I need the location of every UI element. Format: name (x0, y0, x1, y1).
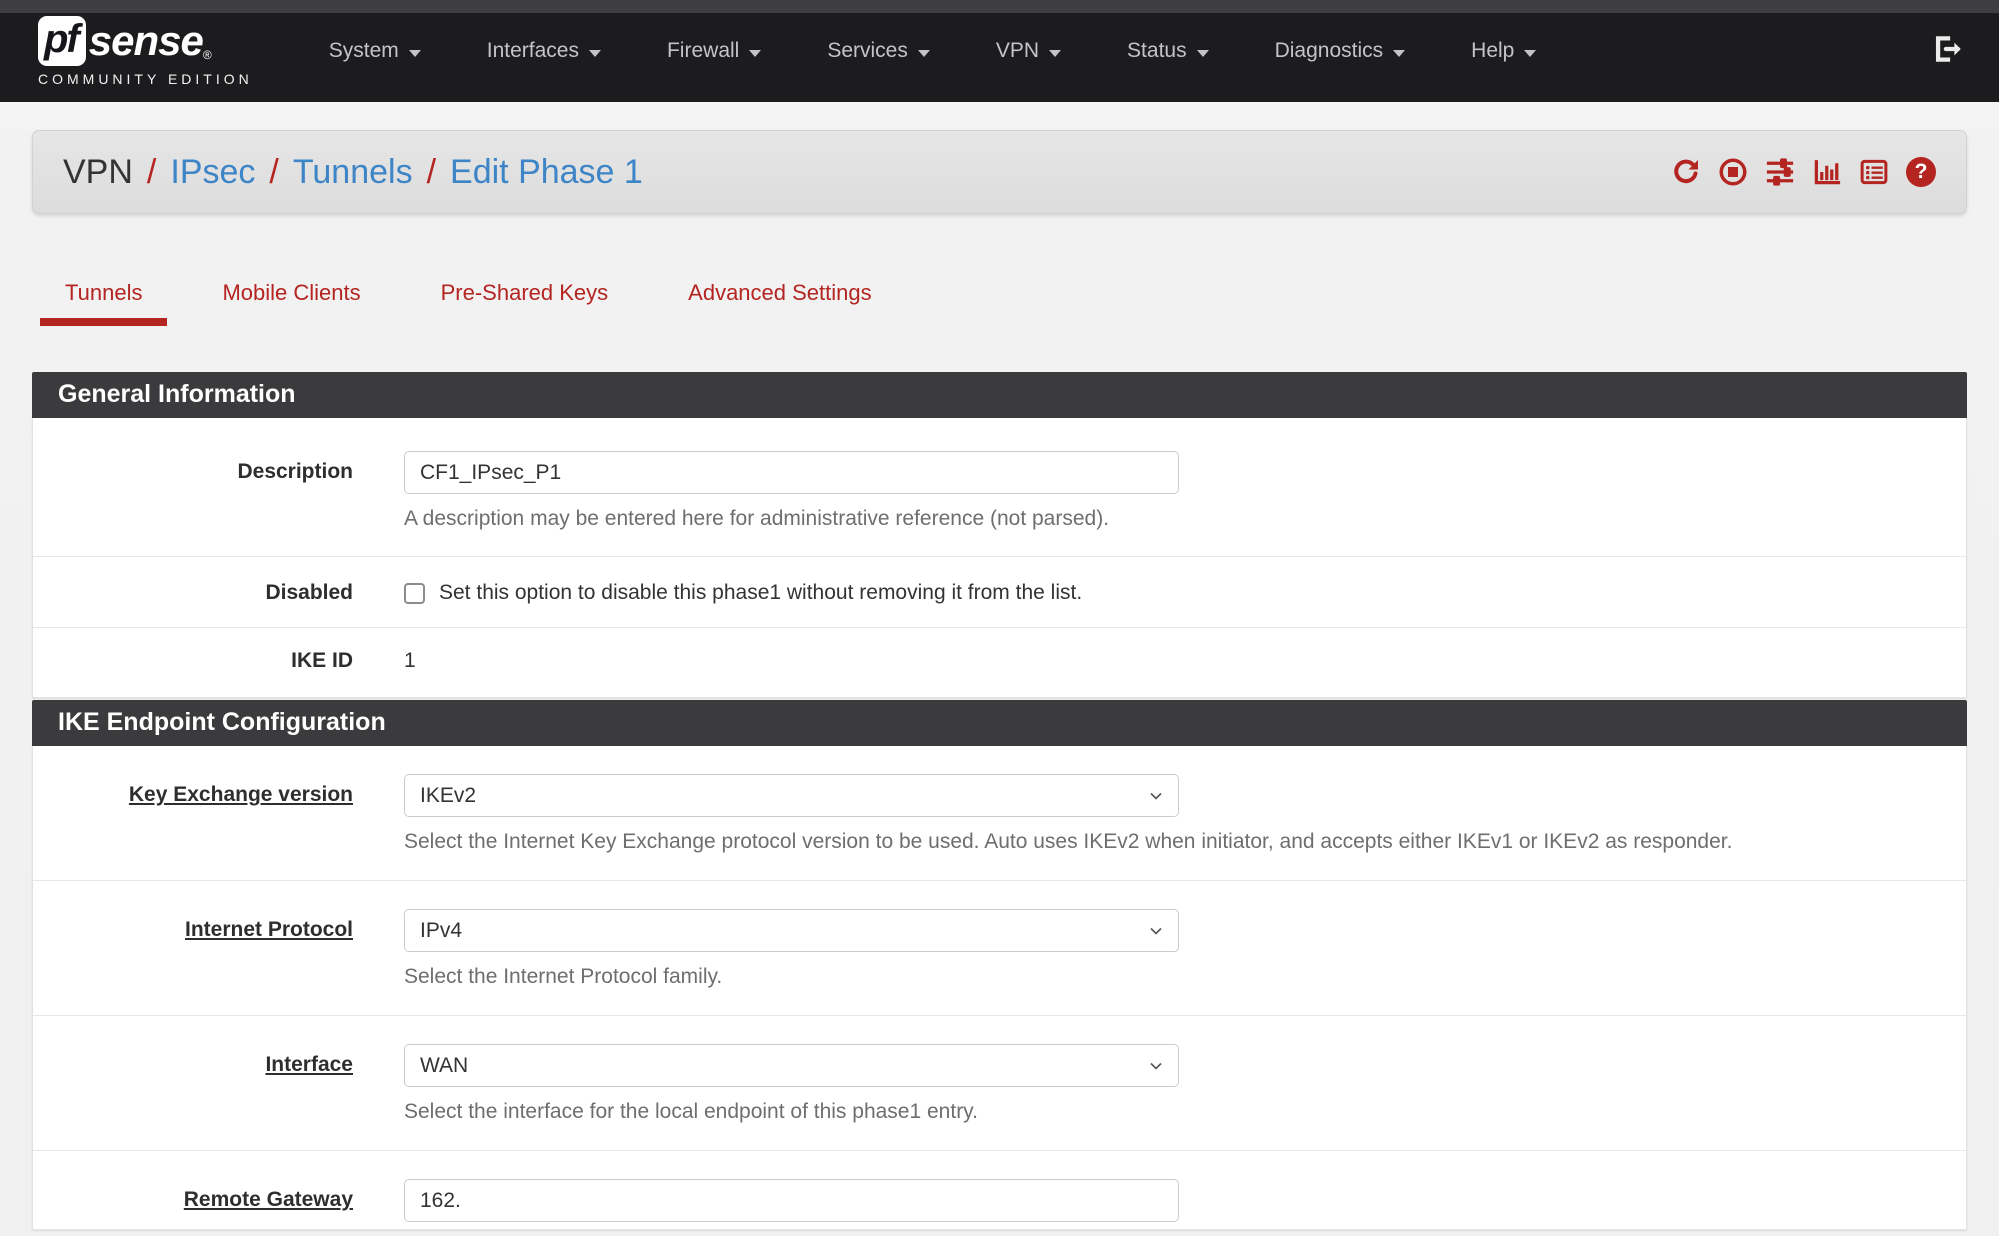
key-exchange-help: Select the Internet Key Exchange protoco… (404, 830, 1936, 854)
help-icon[interactable]: ? (1906, 157, 1936, 187)
menu-vpn-label: VPN (996, 39, 1039, 63)
disabled-label: Disabled (63, 581, 353, 605)
breadcrumb-link-ipsec[interactable]: IPsec (170, 153, 255, 192)
description-help: A description may be entered here for ad… (404, 507, 1936, 531)
description-row: Description A description may be entered… (33, 418, 1966, 556)
main-menu: System Interfaces Firewall Services VPN … (303, 25, 1931, 77)
menu-services-label: Services (827, 39, 908, 63)
caret-down-icon (749, 50, 761, 57)
interface-label: Interface (63, 1044, 353, 1124)
pfsense-page: pf sense ® COMMUNITY EDITION System Inte… (0, 0, 1999, 1236)
registered-mark: ® (203, 48, 212, 62)
internet-protocol-label: Internet Protocol (63, 909, 353, 989)
description-label: Description (63, 451, 353, 531)
menu-diagnostics[interactable]: Diagnostics (1249, 25, 1432, 77)
caret-down-icon (1049, 50, 1061, 57)
key-exchange-label: Key Exchange version (63, 774, 353, 854)
tab-mobile-clients[interactable]: Mobile Clients (197, 272, 385, 326)
chevron-down-icon (1146, 786, 1166, 812)
remote-gateway-input[interactable] (404, 1179, 1179, 1222)
chart-icon[interactable] (1812, 157, 1842, 187)
chevron-down-icon (1146, 1056, 1166, 1082)
disabled-checkbox[interactable] (404, 583, 425, 604)
tab-pre-shared-keys[interactable]: Pre-Shared Keys (416, 272, 634, 326)
caret-down-icon (1524, 50, 1536, 57)
tab-advanced-settings[interactable]: Advanced Settings (663, 272, 896, 326)
section-general-information: General Information Description A descri… (32, 372, 1967, 698)
ike-id-value: 1 (404, 649, 416, 672)
menu-firewall[interactable]: Firewall (641, 25, 787, 77)
breadcrumb-separator: / (147, 153, 156, 192)
internet-protocol-select[interactable]: IPv4 (404, 909, 1179, 952)
breadcrumb-bar: VPN / IPsec / Tunnels / Edit Phase 1 (32, 130, 1967, 214)
menu-interfaces-label: Interfaces (487, 39, 579, 63)
menu-vpn[interactable]: VPN (970, 25, 1087, 77)
menu-status-label: Status (1127, 39, 1187, 63)
menu-firewall-label: Firewall (667, 39, 739, 63)
tab-bar: Tunnels Mobile Clients Pre-Shared Keys A… (40, 272, 897, 326)
menu-diagnostics-label: Diagnostics (1275, 39, 1384, 63)
menu-status[interactable]: Status (1101, 25, 1235, 77)
caret-down-icon (589, 50, 601, 57)
community-edition-label: COMMUNITY EDITION (38, 71, 253, 87)
stop-icon[interactable] (1718, 157, 1748, 187)
disabled-row: Disabled Set this option to disable this… (33, 556, 1966, 627)
description-input[interactable] (404, 451, 1179, 494)
menu-interfaces[interactable]: Interfaces (461, 25, 627, 77)
caret-down-icon (1197, 50, 1209, 57)
internet-protocol-row: Internet Protocol IPv4 Select the Intern… (33, 880, 1966, 1015)
tab-tunnels[interactable]: Tunnels (40, 272, 167, 326)
caret-down-icon (1393, 50, 1405, 57)
menu-system[interactable]: System (303, 25, 447, 77)
chevron-down-icon (1146, 921, 1166, 947)
internet-protocol-help: Select the Internet Protocol family. (404, 965, 1936, 989)
remote-gateway-row: Remote Gateway Enter the public IP addre… (33, 1150, 1966, 1230)
menu-help-label: Help (1471, 39, 1514, 63)
refresh-icon[interactable] (1671, 157, 1701, 187)
breadcrumb-separator: / (269, 153, 278, 192)
section-title: General Information (32, 372, 1967, 418)
interface-select[interactable]: WAN (404, 1044, 1179, 1087)
key-exchange-row: Key Exchange version IKEv2 Select the In… (33, 746, 1966, 880)
top-navbar: pf sense ® COMMUNITY EDITION System Inte… (0, 0, 1999, 102)
breadcrumb-root: VPN (63, 153, 133, 192)
sliders-icon[interactable] (1765, 157, 1795, 187)
section-ike-endpoint-configuration: IKE Endpoint Configuration Key Exchange … (32, 700, 1967, 1230)
breadcrumb-link-edit-phase-1[interactable]: Edit Phase 1 (450, 153, 643, 192)
page-action-icons: ? (1671, 157, 1936, 187)
sense-logo-text: sense (89, 20, 203, 62)
internet-protocol-selected-value: IPv4 (420, 919, 462, 943)
remote-gateway-label: Remote Gateway (63, 1179, 353, 1230)
pf-logo-box: pf (38, 16, 86, 66)
logout-button[interactable] (1931, 32, 1965, 71)
log-list-icon[interactable] (1859, 157, 1889, 187)
ike-id-label: IKE ID (63, 649, 353, 673)
breadcrumb-separator: / (427, 153, 436, 192)
sign-out-icon (1931, 32, 1965, 71)
key-exchange-selected-value: IKEv2 (420, 784, 476, 808)
caret-down-icon (918, 50, 930, 57)
menu-services[interactable]: Services (801, 25, 956, 77)
interface-help: Select the interface for the local endpo… (404, 1100, 1936, 1124)
key-exchange-select[interactable]: IKEv2 (404, 774, 1179, 817)
section-title: IKE Endpoint Configuration (32, 700, 1967, 746)
menu-help[interactable]: Help (1445, 25, 1562, 77)
ike-id-row: IKE ID 1 (33, 627, 1966, 697)
interface-row: Interface WAN Select the interface for t… (33, 1015, 1966, 1150)
menu-system-label: System (329, 39, 399, 63)
caret-down-icon (409, 50, 421, 57)
interface-selected-value: WAN (420, 1054, 468, 1078)
disabled-checkbox-text: Set this option to disable this phase1 w… (439, 581, 1082, 605)
pfsense-logo[interactable]: pf sense ® COMMUNITY EDITION (38, 16, 253, 87)
breadcrumb: VPN / IPsec / Tunnels / Edit Phase 1 (63, 153, 643, 192)
breadcrumb-link-tunnels[interactable]: Tunnels (293, 153, 413, 192)
